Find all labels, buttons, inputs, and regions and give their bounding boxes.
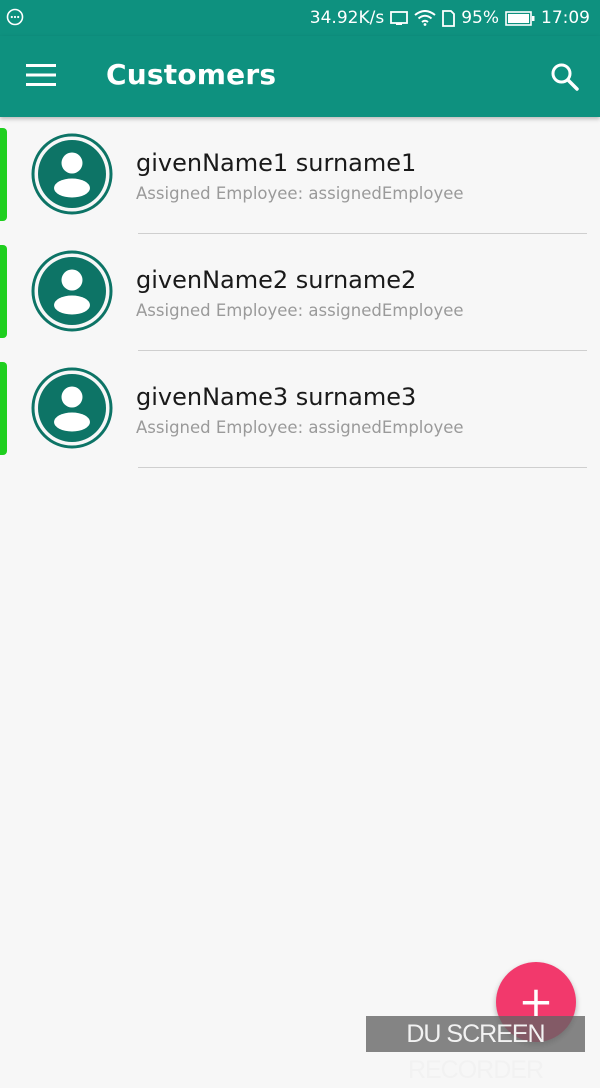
- assigned-employee-text: Assigned Employee: assignedEmployee: [136, 184, 464, 203]
- screen-recorder-watermark: DU SCREEN RECORDER: [366, 1016, 585, 1084]
- status-indicator: [0, 128, 7, 221]
- network-speed: 34.92K/s: [309, 8, 385, 28]
- avatar-icon: [31, 133, 113, 215]
- avatar-icon: [31, 367, 113, 449]
- app-bar: Customers: [0, 36, 600, 117]
- page-title: Customers: [106, 58, 277, 91]
- hamburger-menu-icon[interactable]: [26, 64, 56, 86]
- battery-percent: 95%: [461, 8, 499, 28]
- customer-list-item[interactable]: givenName2 surname2 Assigned Employee: a…: [0, 234, 600, 351]
- customer-name: givenName1 surname1: [136, 149, 417, 177]
- status-indicator: [0, 362, 7, 455]
- clock: 17:09: [541, 8, 590, 28]
- wifi-icon: [414, 10, 436, 26]
- customer-list-item[interactable]: givenName1 surname1 Assigned Employee: a…: [0, 117, 600, 234]
- avatar-icon: [31, 250, 113, 332]
- notification-dots-icon: [6, 8, 24, 26]
- assigned-employee-text: Assigned Employee: assignedEmployee: [136, 301, 464, 320]
- status-indicator: [0, 245, 7, 338]
- sim-icon: [442, 9, 456, 27]
- screen-cast-icon: [390, 11, 409, 25]
- customer-name: givenName3 surname3: [136, 383, 417, 411]
- divider: [138, 467, 587, 468]
- status-bar: 34.92K/s 95% 17:09: [0, 0, 600, 36]
- customer-list-item[interactable]: givenName3 surname3 Assigned Employee: a…: [0, 351, 600, 468]
- customer-list: givenName1 surname1 Assigned Employee: a…: [0, 117, 600, 468]
- customer-name: givenName2 surname2: [136, 266, 417, 294]
- assigned-employee-text: Assigned Employee: assignedEmployee: [136, 418, 464, 437]
- battery-icon: [505, 10, 535, 26]
- search-icon[interactable]: [550, 62, 580, 92]
